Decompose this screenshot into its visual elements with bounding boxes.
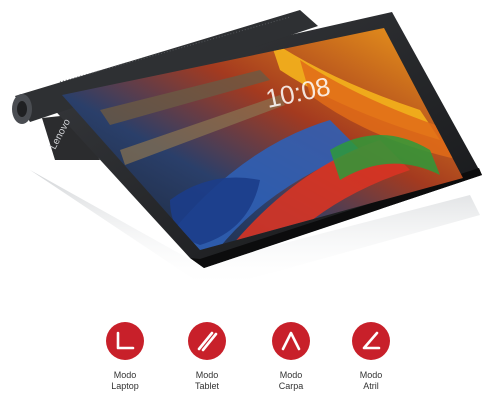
mode-laptop-label: Modo Laptop bbox=[111, 370, 139, 391]
tent-mode-icon bbox=[272, 322, 310, 360]
tablet-mode-icon bbox=[188, 322, 226, 360]
mode-tablet[interactable]: Modo Tablet bbox=[172, 322, 242, 392]
mode-stand[interactable]: Modo Atril bbox=[336, 322, 406, 392]
tablet-product-image: 10:08 Lenovo bbox=[12, 10, 482, 290]
stand-mode-icon bbox=[352, 322, 390, 360]
modes-section: Modo Laptop Modo Tablet Modo Carpa Modo … bbox=[0, 322, 500, 404]
mode-tent-label: Modo Carpa bbox=[278, 370, 304, 391]
mode-tent[interactable]: Modo Carpa bbox=[256, 322, 326, 392]
mode-laptop[interactable]: Modo Laptop bbox=[90, 322, 160, 392]
mode-tablet-label: Modo Tablet bbox=[194, 370, 220, 391]
mode-stand-label: Modo Atril bbox=[359, 370, 383, 391]
laptop-mode-icon bbox=[106, 322, 144, 360]
